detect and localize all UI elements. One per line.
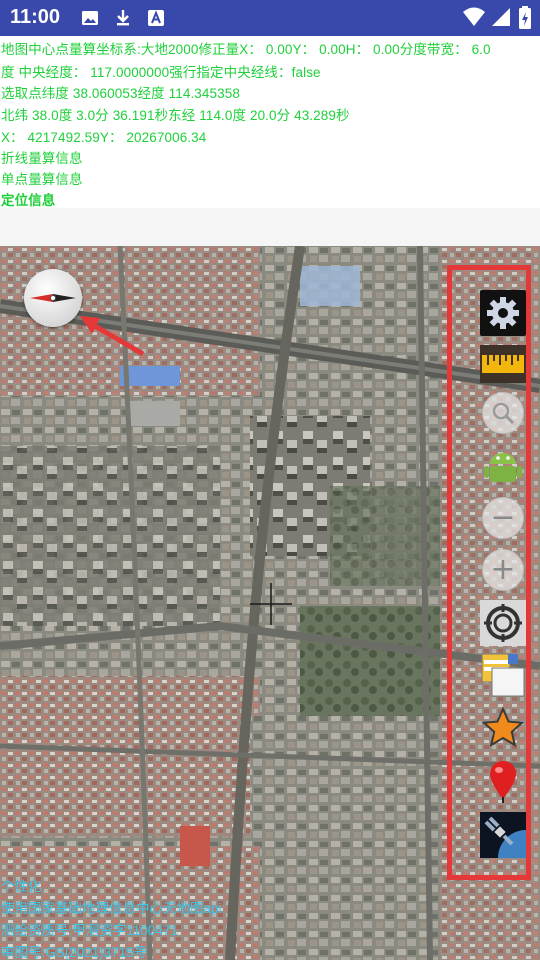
satellite-layer-button[interactable] bbox=[480, 812, 526, 858]
selected-point-latlon: 选取点纬度 38.060053经度 114.345358 bbox=[1, 86, 240, 101]
search-round bbox=[482, 392, 524, 434]
compass-icon bbox=[30, 294, 76, 302]
compass-button[interactable] bbox=[24, 269, 82, 327]
gear-icon bbox=[487, 297, 519, 329]
central-meridian-line: 度 中央经度： 117.0000000强行指定中央经线：false bbox=[1, 65, 321, 80]
favorites-button[interactable] bbox=[480, 705, 526, 751]
zoom-in-button[interactable]: + bbox=[480, 547, 526, 593]
measurement-info-panel: 地图中心点量算坐标系:大地2000修正量X： 0.00Y： 0.00H： 0.0… bbox=[0, 36, 540, 246]
polyline-measure-info[interactable]: 折线量算信息 bbox=[1, 147, 83, 167]
credit-map-approval-number: 审图号:GS(2021)3715号 bbox=[1, 945, 148, 960]
status-bar: 11:00 bbox=[0, 0, 540, 36]
status-time: 11:00 bbox=[10, 6, 61, 28]
image-icon bbox=[82, 11, 98, 25]
selected-point-dms: 北纬 38.0度 3.0分 36.191秒东经 114.0度 20.0分 43.… bbox=[1, 108, 350, 123]
map-center-crosshair-icon bbox=[250, 583, 292, 625]
zoom-out-icon: − bbox=[482, 497, 524, 539]
android-icon bbox=[484, 453, 522, 482]
magnifier-icon bbox=[492, 402, 515, 425]
credit-tianditu-api: 使用国家基础地理信息中心天地图api bbox=[1, 901, 222, 916]
projected-xy: X： 4217492.59Y： 20267006.34 bbox=[1, 130, 207, 145]
credit-survey-qualification: 测绘资质号:甲测资字1100471 bbox=[1, 923, 178, 938]
layers-button[interactable] bbox=[480, 652, 526, 698]
app-notification-icon bbox=[148, 10, 164, 26]
credit-personalize[interactable]: 个性化 bbox=[1, 875, 42, 895]
wifi-icon bbox=[463, 7, 485, 26]
layers-folder-icon bbox=[481, 653, 525, 697]
map-pin-icon bbox=[490, 761, 516, 803]
ruler-icon bbox=[480, 345, 526, 383]
location-info[interactable]: 定位信息 bbox=[1, 189, 55, 209]
zoom-out-button[interactable]: − bbox=[480, 495, 526, 541]
single-point-measure-info[interactable]: 单点量算信息 bbox=[1, 168, 83, 188]
battery-icon bbox=[519, 6, 531, 29]
coordinate-system-line: 地图中心点量算坐标系:大地2000修正量X： 0.00Y： 0.00H： 0.0… bbox=[1, 42, 491, 57]
info-panel-footer bbox=[0, 208, 540, 246]
star-icon bbox=[481, 706, 525, 748]
android-button[interactable] bbox=[480, 442, 526, 488]
settings-button[interactable] bbox=[480, 290, 526, 336]
search-button[interactable] bbox=[480, 390, 526, 436]
zoom-in-icon: + bbox=[482, 549, 524, 591]
target-location-icon bbox=[480, 600, 526, 646]
download-icon bbox=[117, 10, 129, 26]
signal-icon bbox=[492, 8, 510, 26]
marker-button[interactable] bbox=[480, 758, 526, 804]
ruler-measure-button[interactable] bbox=[480, 341, 526, 387]
locate-button[interactable] bbox=[480, 600, 526, 646]
satellite-icon bbox=[480, 812, 526, 858]
